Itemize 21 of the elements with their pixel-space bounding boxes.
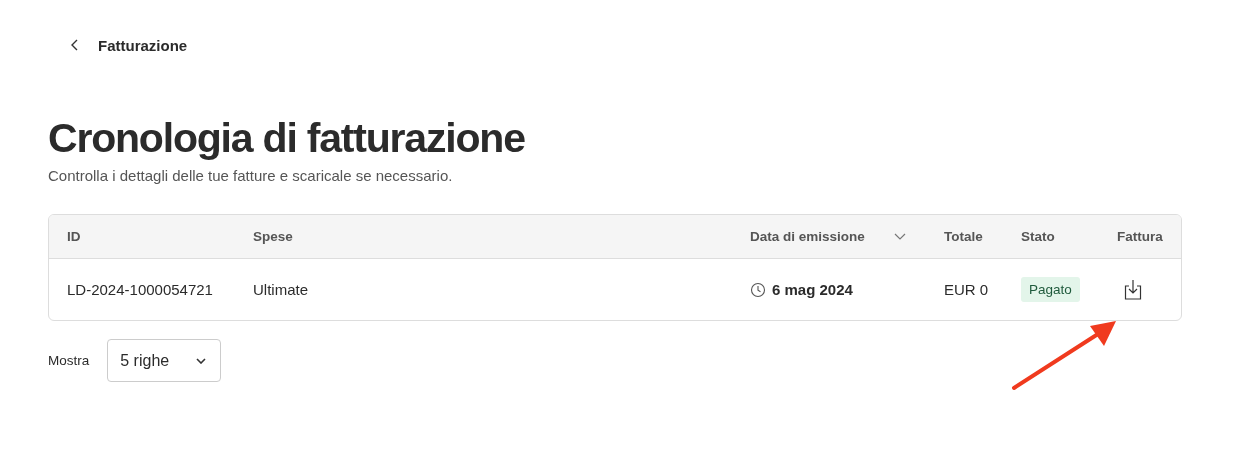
chevron-left-icon: [70, 38, 80, 52]
table-cell-text: LD-2024-1000054721: [67, 281, 214, 299]
status-badge: Pagato: [1021, 277, 1080, 303]
column-header: Totale: [944, 229, 983, 245]
column-header: Stato: [1021, 229, 1055, 245]
table-cell-text: Ultimate: [253, 281, 309, 299]
back-button[interactable]: [70, 38, 80, 52]
page-title: Cronologia di fatturazione: [48, 116, 526, 162]
column-header: Data di emissione: [750, 229, 865, 245]
table-cell: 6 mag 2024: [772, 281, 853, 299]
rows-select[interactable]: 5 righe: [107, 339, 222, 383]
chevron-down-icon: [196, 357, 207, 364]
breadcrumb-label: Fatturazione: [98, 36, 188, 54]
clock-icon: [750, 281, 766, 298]
table-cell-text: EUR 0: [944, 281, 990, 299]
page-subtitle: Controlla i dettagli delle tue fatture e scaricale se necessario.: [48, 167, 454, 185]
column-header: Spese: [253, 229, 293, 245]
sort-chevron-icon[interactable]: [894, 232, 906, 241]
rows-label: Mostra: [48, 353, 90, 369]
column-header: Fattura: [1117, 229, 1163, 245]
column-header: ID: [67, 229, 81, 245]
